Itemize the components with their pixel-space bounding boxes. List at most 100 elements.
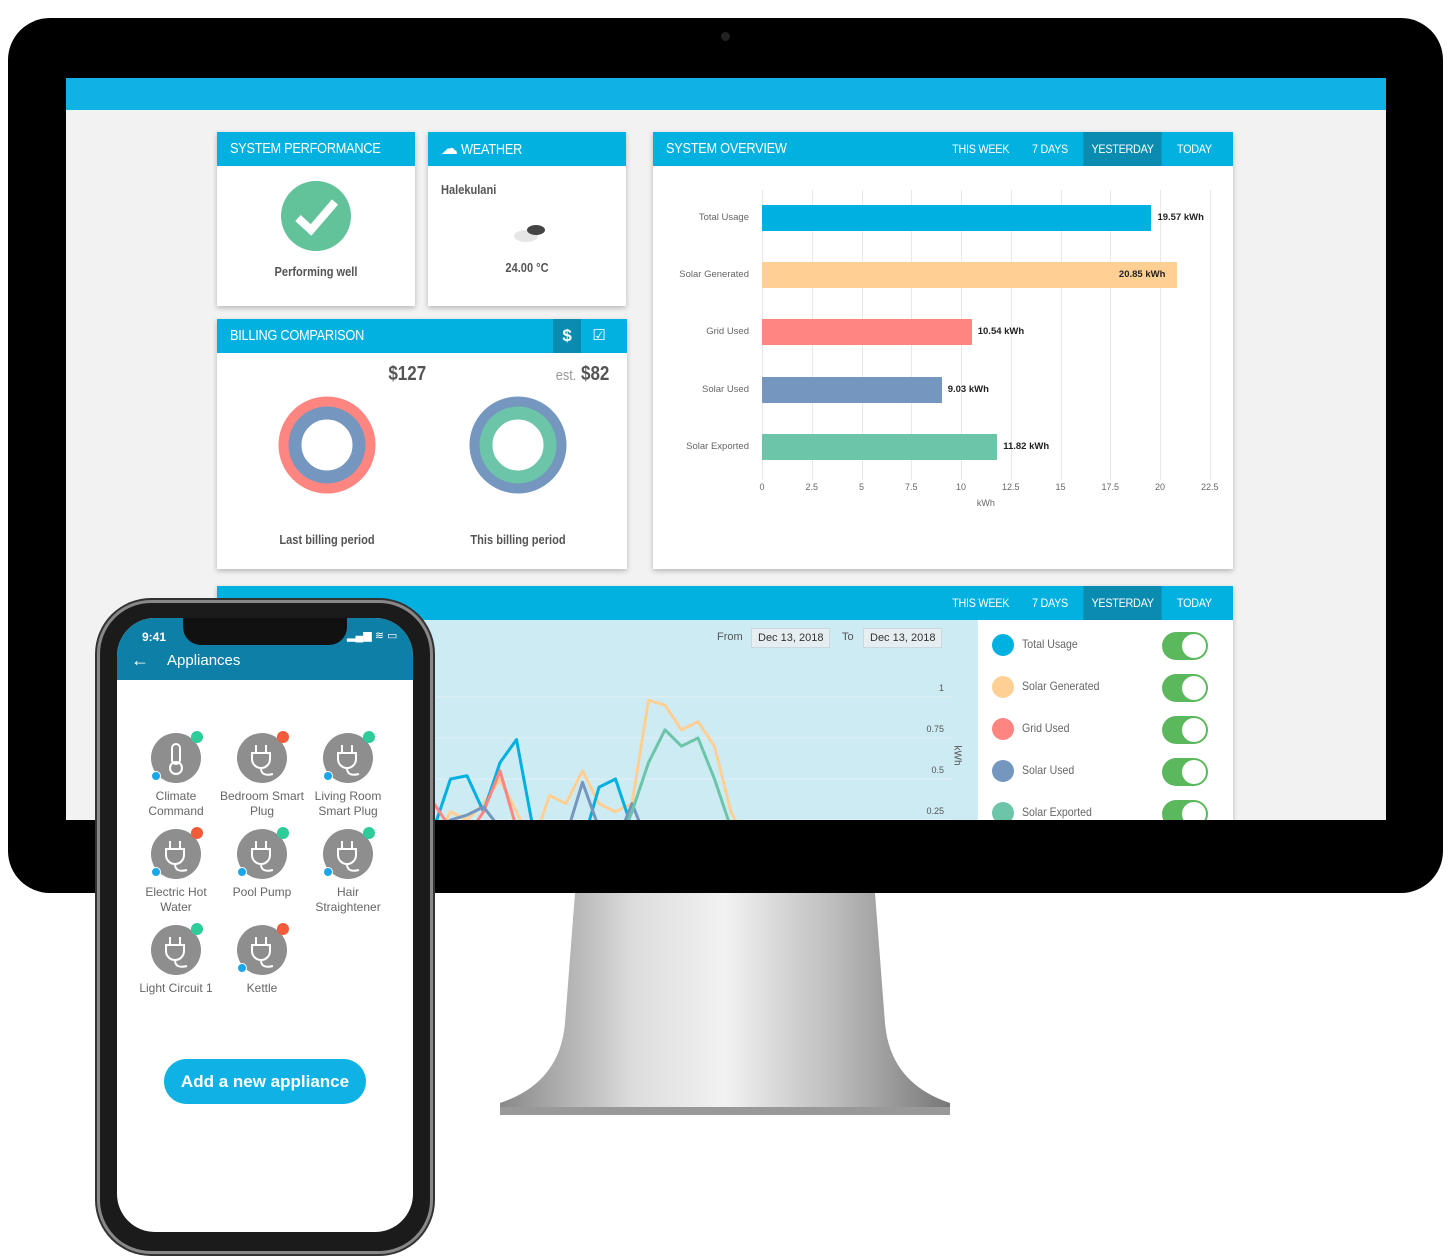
x-tick-label: 17.5 xyxy=(1101,482,1120,492)
legend-dot xyxy=(992,718,1014,740)
system-performance-card: SYSTEM PERFORMANCE Performing well xyxy=(217,132,415,306)
toggle-knob xyxy=(1182,676,1206,700)
series-toggle[interactable] xyxy=(1162,716,1208,744)
weather-location: Halekulani xyxy=(441,182,497,197)
bar xyxy=(762,205,1152,231)
appliance-grid: Climate Command Bedroom Smart Plug Living … xyxy=(117,618,413,1232)
bar xyxy=(762,319,972,346)
monitor-camera xyxy=(721,32,730,41)
tab-yesterday[interactable]: YESTERDAY xyxy=(1083,586,1162,620)
tab-this-week[interactable]: THIS WEEK xyxy=(944,586,1017,620)
appliance-name: Living Room Smart Plug xyxy=(314,789,382,818)
toggle-knob xyxy=(1182,760,1206,784)
legend-item: Solar Generated xyxy=(980,672,1220,702)
status-dot xyxy=(191,827,203,839)
bar-value-label: 19.57 kWh xyxy=(1157,212,1204,223)
thermometer-icon xyxy=(151,731,203,783)
bar xyxy=(762,262,1177,289)
status-dot xyxy=(363,731,375,743)
grid-line xyxy=(1209,190,1211,480)
y-tick-label: 0.5 xyxy=(931,765,944,775)
add-appliance-button[interactable]: Add a new appliance xyxy=(164,1059,366,1104)
status-dot xyxy=(277,827,289,839)
this-billing-donut xyxy=(469,396,567,494)
appliance-electric-hot-water[interactable]: Electric Hot Water xyxy=(131,827,221,915)
bar xyxy=(762,376,942,403)
legend-label: Total Usage xyxy=(1022,637,1078,651)
cloud-icon: ☁ xyxy=(441,139,458,158)
appliance-light-circuit-1[interactable]: Light Circuit 1 xyxy=(131,923,221,996)
checkbox-icon[interactable]: ☑ xyxy=(585,319,613,353)
bar-value-label: 9.03 kWh xyxy=(947,383,989,395)
tab-today[interactable]: TODAY xyxy=(1169,586,1220,620)
billing-comparison-card: BILLING COMPARISON $ ☑ $127 est. $82 Las… xyxy=(217,319,627,569)
legend-item: Solar Used xyxy=(980,756,1220,786)
x-tick-label: 15 xyxy=(1055,482,1066,492)
appliance-name: Kettle xyxy=(246,981,278,995)
series-legend: Total Usage Solar Generated Grid Used Solar… xyxy=(980,630,1230,820)
legend-dot xyxy=(992,676,1014,698)
bar-category-label: Total Usage xyxy=(698,212,749,223)
y-tick-label: 1 xyxy=(939,683,944,693)
dollar-icon[interactable]: $ xyxy=(553,319,581,353)
legend-label: Solar Exported xyxy=(1022,805,1092,819)
x-tick-label: 12.5 xyxy=(1001,482,1020,492)
appliance-hair-straightener[interactable]: Hair Straightener xyxy=(303,827,393,915)
bar-value-label: 10.54 kWh xyxy=(977,326,1025,338)
monitor-stand xyxy=(500,893,950,1115)
plug-icon xyxy=(237,923,289,975)
appliance-pool-pump[interactable]: Pool Pump xyxy=(217,827,307,900)
last-billing-amount: $127 xyxy=(388,363,427,385)
appliance-name: Light Circuit 1 xyxy=(139,981,213,995)
top-bar xyxy=(66,78,1386,110)
appliance-living-room-smart-plug[interactable]: Living Room Smart Plug xyxy=(303,731,393,819)
appliance-name: Bedroom Smart Plug xyxy=(219,789,305,818)
appliance-climate-command[interactable]: Climate Command xyxy=(131,731,221,819)
status-dot xyxy=(363,827,375,839)
series-toggle[interactable] xyxy=(1162,800,1208,820)
bar-category-label: Solar Generated xyxy=(679,269,749,281)
series-toggle[interactable] xyxy=(1162,674,1208,702)
check-circle-icon xyxy=(281,181,351,251)
plug-icon xyxy=(237,731,289,783)
legend-label: Grid Used xyxy=(1022,721,1070,735)
y-tick-label: 0.75 xyxy=(926,724,944,734)
linked-badge-icon xyxy=(151,867,161,877)
legend-item: Total Usage xyxy=(980,630,1220,660)
tab-7-days[interactable]: 7 DAYS xyxy=(1024,586,1076,620)
appliance-kettle[interactable]: Kettle xyxy=(217,923,307,996)
linked-badge-icon xyxy=(237,867,247,877)
appliance-name: Hair Straightener xyxy=(315,885,381,914)
legend-label: Solar Generated xyxy=(1022,679,1100,693)
grid-line xyxy=(1110,190,1112,480)
linked-badge-icon xyxy=(323,771,333,781)
status-dot xyxy=(277,923,289,935)
card-title: BILLING COMPARISON xyxy=(230,327,365,344)
x-tick-label: 5 xyxy=(858,482,864,492)
appliance-bedroom-smart-plug[interactable]: Bedroom Smart Plug xyxy=(217,731,307,819)
series-toggle[interactable] xyxy=(1162,758,1208,786)
this-billing-label: This billing period xyxy=(470,532,566,547)
legend-item: Solar Exported xyxy=(980,798,1220,820)
toggle-knob xyxy=(1182,718,1206,742)
card-title: SYSTEM PERFORMANCE xyxy=(230,140,381,157)
toggle-knob xyxy=(1182,802,1206,820)
appliance-name: Pool Pump xyxy=(232,885,292,899)
y-tick-label: 0.25 xyxy=(926,806,944,816)
plug-icon xyxy=(151,923,203,975)
system-overview-chart: 0 2.5 5 7.5 10 12.5 15 17.5 20 22.5 kWh Total Usage… xyxy=(653,132,1233,569)
x-tick-label: 0 xyxy=(759,482,765,492)
this-billing-amount: $82 xyxy=(581,363,610,385)
system-overview-card: SYSTEM OVERVIEW THIS WEEK 7 DAYS YESTERDAY… xyxy=(653,132,1233,569)
x-tick-label: 7.5 xyxy=(904,482,918,492)
bar-category-label: Solar Used xyxy=(702,383,749,395)
series-toggle[interactable] xyxy=(1162,632,1208,660)
linked-badge-icon xyxy=(151,771,161,781)
bar xyxy=(762,433,998,460)
weather-temperature: 24.00 °C xyxy=(505,260,549,275)
appliance-name: Climate Command xyxy=(148,789,204,818)
appliance-name: Electric Hot Water xyxy=(145,885,207,914)
grid-line xyxy=(1060,190,1062,480)
status-dot xyxy=(191,731,203,743)
bar-value-label: 11.82 kWh xyxy=(1003,440,1050,452)
